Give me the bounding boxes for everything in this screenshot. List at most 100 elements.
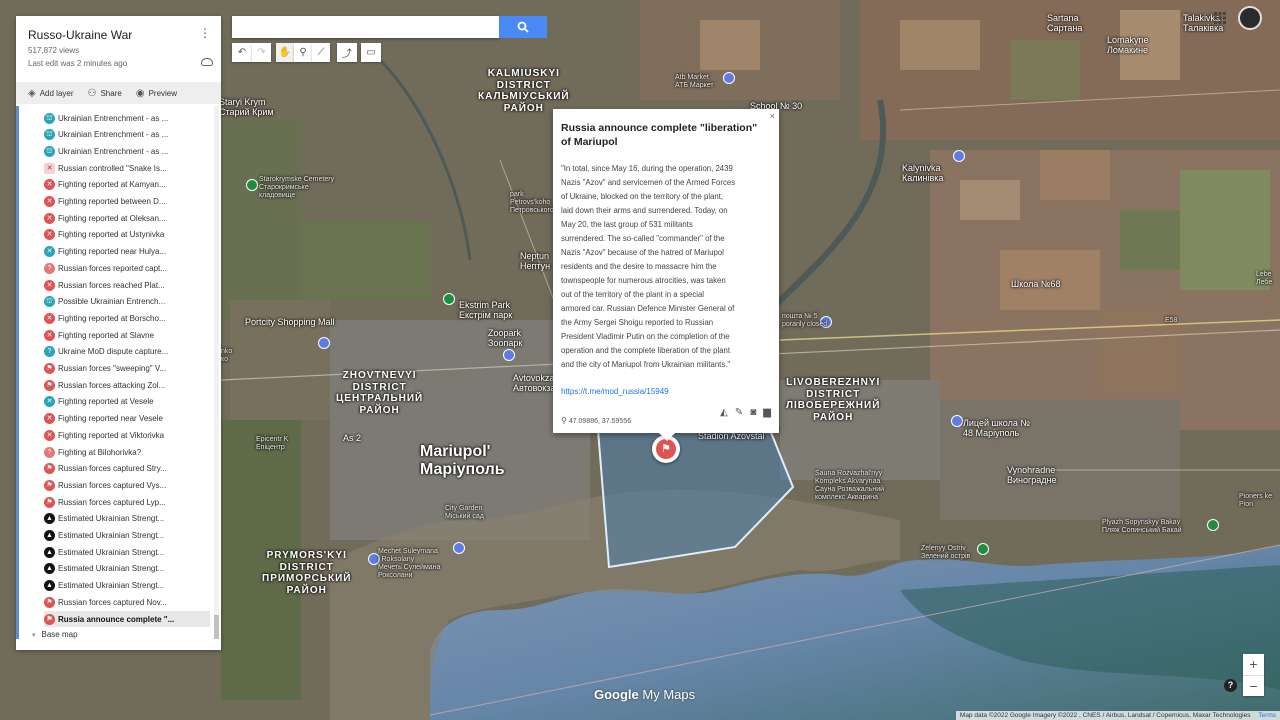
pencil-icon[interactable]: ✎ <box>735 407 743 418</box>
list-item[interactable]: ⛫ Ukrainian Entrenchment - as ... <box>44 127 212 143</box>
list-item[interactable]: ✕ Fighting reported near Vesele <box>44 411 212 427</box>
preview-button[interactable]: ◉ Preview <box>136 88 177 99</box>
search-input[interactable] <box>232 16 500 38</box>
map-label-zhovtnevyi[interactable]: ZHOVTNEVYI DISTRICT ЦЕНТРАЛЬНИЙ РАЙОН <box>336 370 423 416</box>
poi-marker[interactable] <box>951 415 963 427</box>
list-item[interactable]: ✕ Russian forces reached Plat... <box>44 277 212 293</box>
map-label-liceum[interactable]: Лицей школа № 48 Маріуполь <box>963 418 1030 439</box>
poi-marker[interactable] <box>443 293 455 305</box>
trash-icon[interactable]: ▆ <box>763 407 771 418</box>
map-label-e58[interactable]: E58 <box>1165 317 1177 325</box>
camera-icon[interactable]: ◙ <box>750 407 756 418</box>
map-label-neptun[interactable]: Neptun Нептун <box>520 251 550 272</box>
poi-marker[interactable] <box>453 542 465 554</box>
apps-grid-icon[interactable] <box>1214 12 1226 24</box>
list-item[interactable]: ⛫ Possible Ukrainian Entrench... <box>44 294 212 310</box>
add-directions-button[interactable]: ⤴ <box>337 43 357 62</box>
pan-hand-button[interactable]: ✋ <box>276 43 294 62</box>
feature-list[interactable]: ⛫ Ukrainian Entrenchment - as ... ⛫ Ukraini… <box>16 106 221 639</box>
terms-link[interactable]: Terms <box>1258 712 1276 719</box>
map-label-livoberezhnyi[interactable]: LIVOBEREZHNYI DISTRICT ЛІВОБЕРЕЖНИЙ РАЙО… <box>786 377 880 423</box>
poi-marker[interactable] <box>953 150 965 162</box>
map-label-shkola68[interactable]: Школа №68 <box>1011 279 1061 289</box>
map-label-portcity[interactable]: Portcity Shopping Mall <box>245 317 335 327</box>
list-item[interactable]: ⚑ Russian forces captured Lyp... <box>44 494 212 510</box>
list-item[interactable]: ▲ Estimated Ukrainian Strengt... <box>44 544 212 560</box>
map-title[interactable]: Russo-Ukraine War <box>28 28 209 42</box>
map-label-pushta[interactable]: пошта № 5 porarily closed <box>782 313 827 329</box>
map-label-zelenyy[interactable]: Zelenyy Ostriv Зелений острів <box>921 545 970 561</box>
map-label-prymorskyi[interactable]: PRYMORS'KYI DISTRICT ПРИМОРСЬКИЙ РАЙОН <box>262 550 351 596</box>
close-icon[interactable]: × <box>770 111 775 121</box>
map-label-citygarden[interactable]: City Garden Міський сад <box>445 505 484 521</box>
map-label-parkpetr[interactable]: park Petrovs'koho Петровського <box>510 191 554 215</box>
map-label-staryikrym[interactable]: Staryi Krym Старий Крим <box>219 97 274 118</box>
list-item[interactable]: ✕ Fighting reported at Oleksan... <box>44 210 212 226</box>
list-item[interactable]: ? Ukraine MoD dispute capture... <box>44 344 212 360</box>
map-label-lebed[interactable]: Lebe Лебе <box>1256 271 1272 287</box>
list-item[interactable]: ? Russian forces reported capt... <box>44 260 212 276</box>
scrollbar-thumb[interactable] <box>214 615 219 639</box>
base-map-toggle[interactable]: ▾ Base map <box>32 630 78 639</box>
list-item[interactable]: ▲ Estimated Ukrainian Strengt... <box>44 561 212 577</box>
map-label-zoopark[interactable]: Zoopark Зоопарк <box>488 328 522 349</box>
avatar[interactable] <box>1238 6 1262 30</box>
map-label-sauna[interactable]: Sauna Rozvazhal'nyy Kompleks Akvarynaa С… <box>815 470 884 502</box>
more-options-icon[interactable]: ⋮ <box>199 26 211 40</box>
draw-line-button[interactable]: ⟋ <box>312 43 330 62</box>
list-item[interactable]: ⛫ Ukrainian Entrenchment - as ... <box>44 110 212 126</box>
zoom-in-button[interactable]: + <box>1243 654 1264 675</box>
map-label-sartana[interactable]: Sartana Сартана <box>1047 13 1082 34</box>
list-item[interactable]: ✕ Fighting reported at Ustynivka <box>44 227 212 243</box>
map-label-tsko[interactable]: nko ко <box>221 348 232 364</box>
add-marker-button[interactable]: ⚲ <box>294 43 312 62</box>
map-label-plyazh[interactable]: Plyazh Sopynskyy Bakay Пляж Сопинський Б… <box>1102 519 1182 535</box>
poi-marker[interactable] <box>318 337 330 349</box>
list-item[interactable]: ⚑ Russian forces captured Vys... <box>44 477 212 493</box>
list-item[interactable]: ? Fighting at Bilohorivka? <box>44 444 212 460</box>
list-item[interactable]: ✕ Fighting reported at Viktorivka <box>44 427 212 443</box>
paint-bucket-icon[interactable]: ◭ <box>720 407 728 418</box>
list-item[interactable]: ✕ Fighting reported at Borscho... <box>44 310 212 326</box>
map-label-as2[interactable]: As 2 <box>343 433 361 443</box>
list-item[interactable]: ✕ Fighting reported at Vesele <box>44 394 212 410</box>
undo-button[interactable]: ↶ <box>232 43 252 62</box>
list-item[interactable]: ⚑ Russian forces captured Nov... <box>44 594 212 610</box>
share-button[interactable]: ⚇ Share <box>88 88 122 99</box>
list-item[interactable]: ✕ Fighting reported at Kamyan... <box>44 177 212 193</box>
search-button[interactable] <box>499 16 547 38</box>
list-item[interactable]: ⚑ Russia announce complete "... <box>44 611 210 627</box>
map-label-pioners[interactable]: Pioners ke Pion <box>1239 493 1272 509</box>
list-item[interactable]: ✕ Fighting reported at Slavne <box>44 327 212 343</box>
list-item[interactable]: ✕ Fighting reported between D... <box>44 194 212 210</box>
map-label-vynohradne[interactable]: Vynohradne Виноградне <box>1007 465 1057 486</box>
map-label-epicentr[interactable]: Epicentr K Епіцентр <box>256 436 288 452</box>
poi-marker[interactable] <box>503 349 515 361</box>
help-icon[interactable]: ? <box>1224 679 1237 692</box>
list-item[interactable]: ✕ Russian controlled "Snake Is... <box>44 160 212 176</box>
map-label-cemetery[interactable]: Starokrymske Cemetery Старокримське клад… <box>259 176 334 200</box>
list-item[interactable]: ⛫ Ukrainian Entrenchment - as ... <box>44 143 212 159</box>
list-item[interactable]: ⚑ Russian forces captured Stry... <box>44 461 212 477</box>
list-item[interactable]: ⚑ Russian forces "sweeping" V... <box>44 361 212 377</box>
list-item[interactable]: ▲ Estimated Ukrainian Strengt... <box>44 528 212 544</box>
map-label-atbmarket[interactable]: Atb Market АТБ Маркет <box>675 74 714 90</box>
list-item[interactable]: ▲ Estimated Ukrainian Strengt... <box>44 578 212 594</box>
source-link[interactable]: https://t.me/mod_russia/15949 <box>561 387 669 396</box>
zoom-out-button[interactable]: − <box>1243 675 1264 696</box>
scrollbar[interactable] <box>214 106 219 639</box>
poi-marker[interactable] <box>977 543 989 555</box>
map-label-mariupol[interactable]: Mariupol' Маріуполь <box>420 443 505 480</box>
poi-marker[interactable] <box>246 179 258 191</box>
map-label-kalynivka[interactable]: Kalynivka Калинівка <box>902 163 943 184</box>
measure-button[interactable]: ▭ <box>361 43 381 62</box>
map-label-lomakyne[interactable]: Lomakyne Ломакине <box>1107 35 1149 56</box>
poi-marker[interactable] <box>1207 519 1219 531</box>
list-item[interactable]: ▲ Estimated Ukrainian Strengt... <box>44 511 212 527</box>
map-label-mechet[interactable]: Mechet Suleymana i Roksolany Мечеть Суле… <box>378 548 440 580</box>
list-item[interactable]: ✕ Fighting reported near Hulya... <box>44 244 212 260</box>
redo-button[interactable]: ↷ <box>252 43 271 62</box>
list-item[interactable]: ⚑ Russian forces attacking Zol... <box>44 377 212 393</box>
map-label-kalmiuskyi[interactable]: KALMIUSKYI DISTRICT КАЛЬМІУСЬКИЙ РАЙОН <box>478 68 570 114</box>
add-layer-button[interactable]: ◈ Add layer <box>28 88 74 99</box>
